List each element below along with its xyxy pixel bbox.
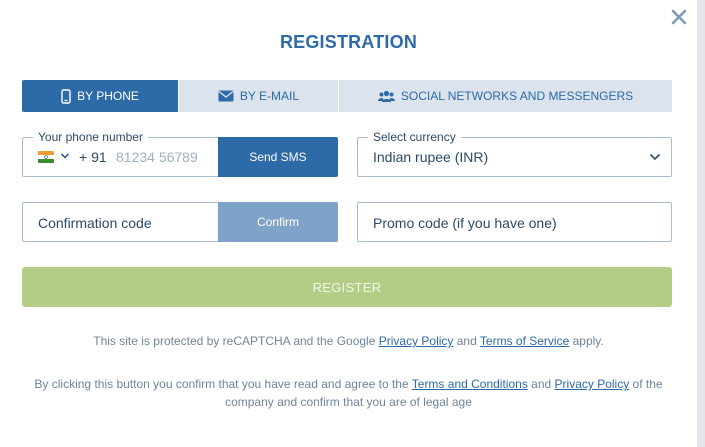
- recaptcha-text: and: [453, 334, 480, 348]
- tab-social-networks[interactable]: SOCIAL NETWORKS AND MESSENGERS: [339, 80, 672, 112]
- modal-title: REGISTRATION: [279, 32, 418, 52]
- tab-label: BY E-MAIL: [239, 89, 300, 103]
- recaptcha-notice: This site is protected by reCAPTCHA and …: [0, 332, 697, 350]
- recaptcha-text: apply.: [569, 334, 604, 348]
- confirmation-code-field: Confirm: [22, 202, 338, 242]
- currency-field-label: Select currency: [368, 130, 461, 144]
- privacy-policy-link[interactable]: Privacy Policy: [555, 377, 630, 391]
- agreement-text: By clicking this button you confirm that…: [34, 377, 412, 391]
- register-button[interactable]: REGISTER: [22, 267, 672, 307]
- tab-by-email[interactable]: BY E-MAIL: [178, 80, 339, 112]
- chevron-down-icon: [649, 153, 661, 161]
- privacy-policy-link[interactable]: Privacy Policy: [379, 334, 454, 348]
- phone-field-label: Your phone number: [33, 130, 148, 144]
- phone-icon: [61, 88, 71, 104]
- registration-modal: REGISTRATION BY PHONE BY E-MAIL SOCIAL N…: [0, 0, 697, 447]
- tab-label: BY PHONE: [77, 89, 139, 103]
- terms-of-service-link[interactable]: Terms of Service: [480, 334, 569, 348]
- agreement-text: and: [527, 377, 555, 391]
- registration-tabs: BY PHONE BY E-MAIL SOCIAL NETWORKS AND M…: [22, 80, 672, 112]
- terms-and-conditions-link[interactable]: Terms and Conditions: [412, 377, 528, 391]
- currency-select[interactable]: Select currency Indian rupee (INR): [357, 130, 672, 177]
- tab-label: SOCIAL NETWORKS AND MESSENGERS: [400, 89, 634, 103]
- send-sms-button[interactable]: Send SMS: [218, 137, 338, 177]
- close-icon: [671, 9, 687, 25]
- phone-input[interactable]: [116, 147, 216, 167]
- confirm-button[interactable]: Confirm: [218, 202, 338, 242]
- recaptcha-text: This site is protected by reCAPTCHA and …: [93, 334, 379, 348]
- promo-code-input[interactable]: [373, 212, 658, 234]
- confirmation-code-input[interactable]: [38, 212, 213, 234]
- page-background: [697, 0, 705, 447]
- chevron-down-icon[interactable]: [60, 152, 70, 160]
- promo-code-field: [357, 202, 672, 242]
- envelope-icon: [218, 90, 234, 102]
- phone-field: Your phone number + 91 Send SMS: [22, 130, 338, 177]
- country-code: + 91: [79, 149, 107, 165]
- agreement-notice: By clicking this button you confirm that…: [0, 375, 697, 411]
- users-icon: [377, 90, 395, 102]
- tab-by-phone[interactable]: BY PHONE: [22, 80, 178, 112]
- india-flag-icon[interactable]: [38, 151, 54, 163]
- currency-value: Indian rupee (INR): [373, 149, 489, 165]
- close-button[interactable]: [670, 8, 690, 28]
